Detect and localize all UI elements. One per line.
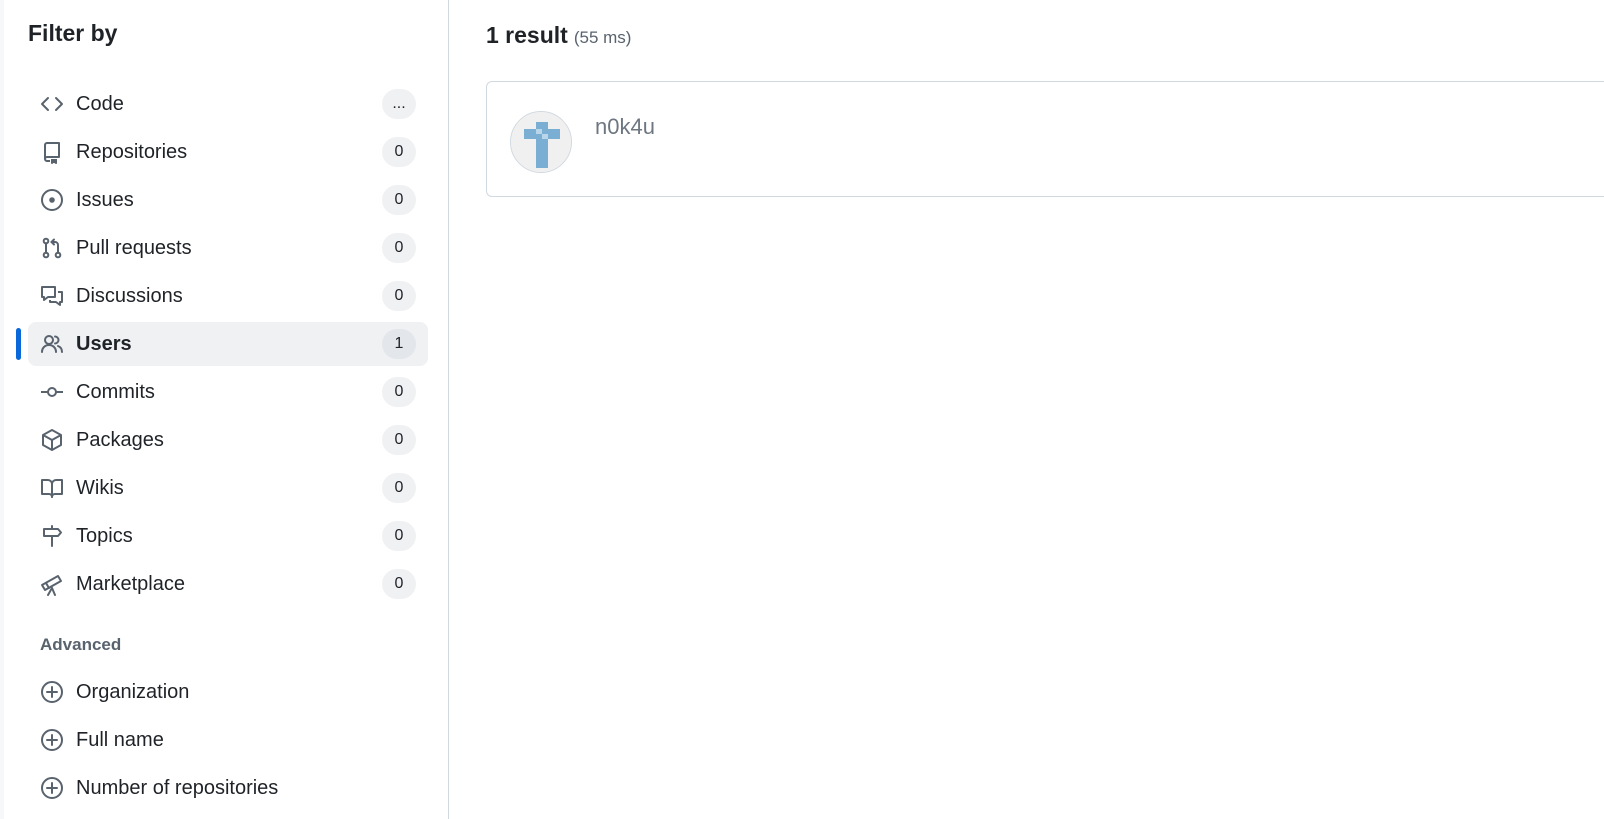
advanced-filter-number-of-repositories[interactable]: Number of repositories [28,766,428,810]
identicon-avatar[interactable] [510,111,572,173]
sidebar-item-users[interactable]: Users 1 [16,322,428,366]
count-badge: 0 [382,185,416,215]
sidebar-item-code[interactable]: Code ... [28,82,428,126]
plus-circle-icon [40,680,64,704]
filter-nav: Code ... Repositories 0 Issues 0 Pull re… [16,82,428,610]
sidebar-item-marketplace[interactable]: Marketplace 0 [28,562,428,606]
sidebar-item-label: Discussions [76,284,183,307]
user-result-card: n0k4u [486,81,1604,197]
sidebar-item-label: Repositories [76,140,188,163]
sidebar-item-label: Marketplace [76,572,185,595]
plus-circle-icon [40,776,64,800]
sidebar-item-commits[interactable]: Commits 0 [28,370,428,414]
sidebar-item-packages[interactable]: Packages 0 [28,418,428,462]
count-badge: 0 [382,233,416,263]
sidebar-title: Filter by [28,20,118,46]
advanced-filter-label: Full name [76,728,164,751]
search-results-page: Filter by Code ... Repositories 0 Issues… [0,0,1604,819]
advanced-filter-organization[interactable]: Organization [28,670,428,714]
count-badge: ... [382,89,416,119]
discussion-icon [40,284,64,308]
signpost-icon [40,524,64,548]
plus-circle-icon [40,728,64,752]
sidebar-item-label: Users [76,332,132,355]
sidebar-item-discussions[interactable]: Discussions 0 [28,274,428,318]
book-icon [40,476,64,500]
advanced-filters: Organization Full name Number of reposit… [28,670,428,814]
pull-request-icon [40,236,64,260]
sidebar-item-label: Topics [76,524,133,547]
sidebar-item-repositories[interactable]: Repositories 0 [28,130,428,174]
sidebar-item-label: Issues [76,188,134,211]
count-badge: 0 [382,425,416,455]
sidebar-item-issues[interactable]: Issues 0 [28,178,428,222]
code-icon [40,92,64,116]
results-time: (55 ms) [573,28,632,47]
sidebar-item-wikis[interactable]: Wikis 0 [28,466,428,510]
sidebar-item-pull-requests[interactable]: Pull requests 0 [28,226,428,270]
count-badge: 0 [382,521,416,551]
sidebar-item-topics[interactable]: Topics 0 [28,514,428,558]
advanced-heading: Advanced [40,635,122,654]
count-badge: 0 [382,377,416,407]
package-icon [40,428,64,452]
user-login-link[interactable]: n0k4u [595,114,655,140]
filter-sidebar: Filter by Code ... Repositories 0 Issues… [0,0,449,819]
count-badge: 0 [382,569,416,599]
sidebar-item-label: Pull requests [76,236,192,259]
count-badge: 0 [382,473,416,503]
people-icon [40,332,64,356]
count-badge: 0 [382,137,416,167]
results-count: 1 result [486,22,568,48]
results-main: 1 result (55 ms) n0k4u [486,0,1604,819]
advanced-filter-label: Organization [76,680,190,703]
sidebar-item-label: Packages [76,428,164,451]
count-badge: 0 [382,281,416,311]
commit-icon [40,380,64,404]
telescope-icon [40,572,64,596]
sidebar-item-label: Code [76,92,124,115]
issue-icon [40,188,64,212]
count-badge: 1 [382,329,416,359]
results-heading: 1 result (55 ms) [486,22,631,49]
sidebar-item-label: Commits [76,380,155,403]
repo-icon [40,140,64,164]
advanced-filter-label: Number of repositories [76,776,279,799]
sidebar-item-label: Wikis [76,476,124,499]
advanced-filter-full-name[interactable]: Full name [28,718,428,762]
